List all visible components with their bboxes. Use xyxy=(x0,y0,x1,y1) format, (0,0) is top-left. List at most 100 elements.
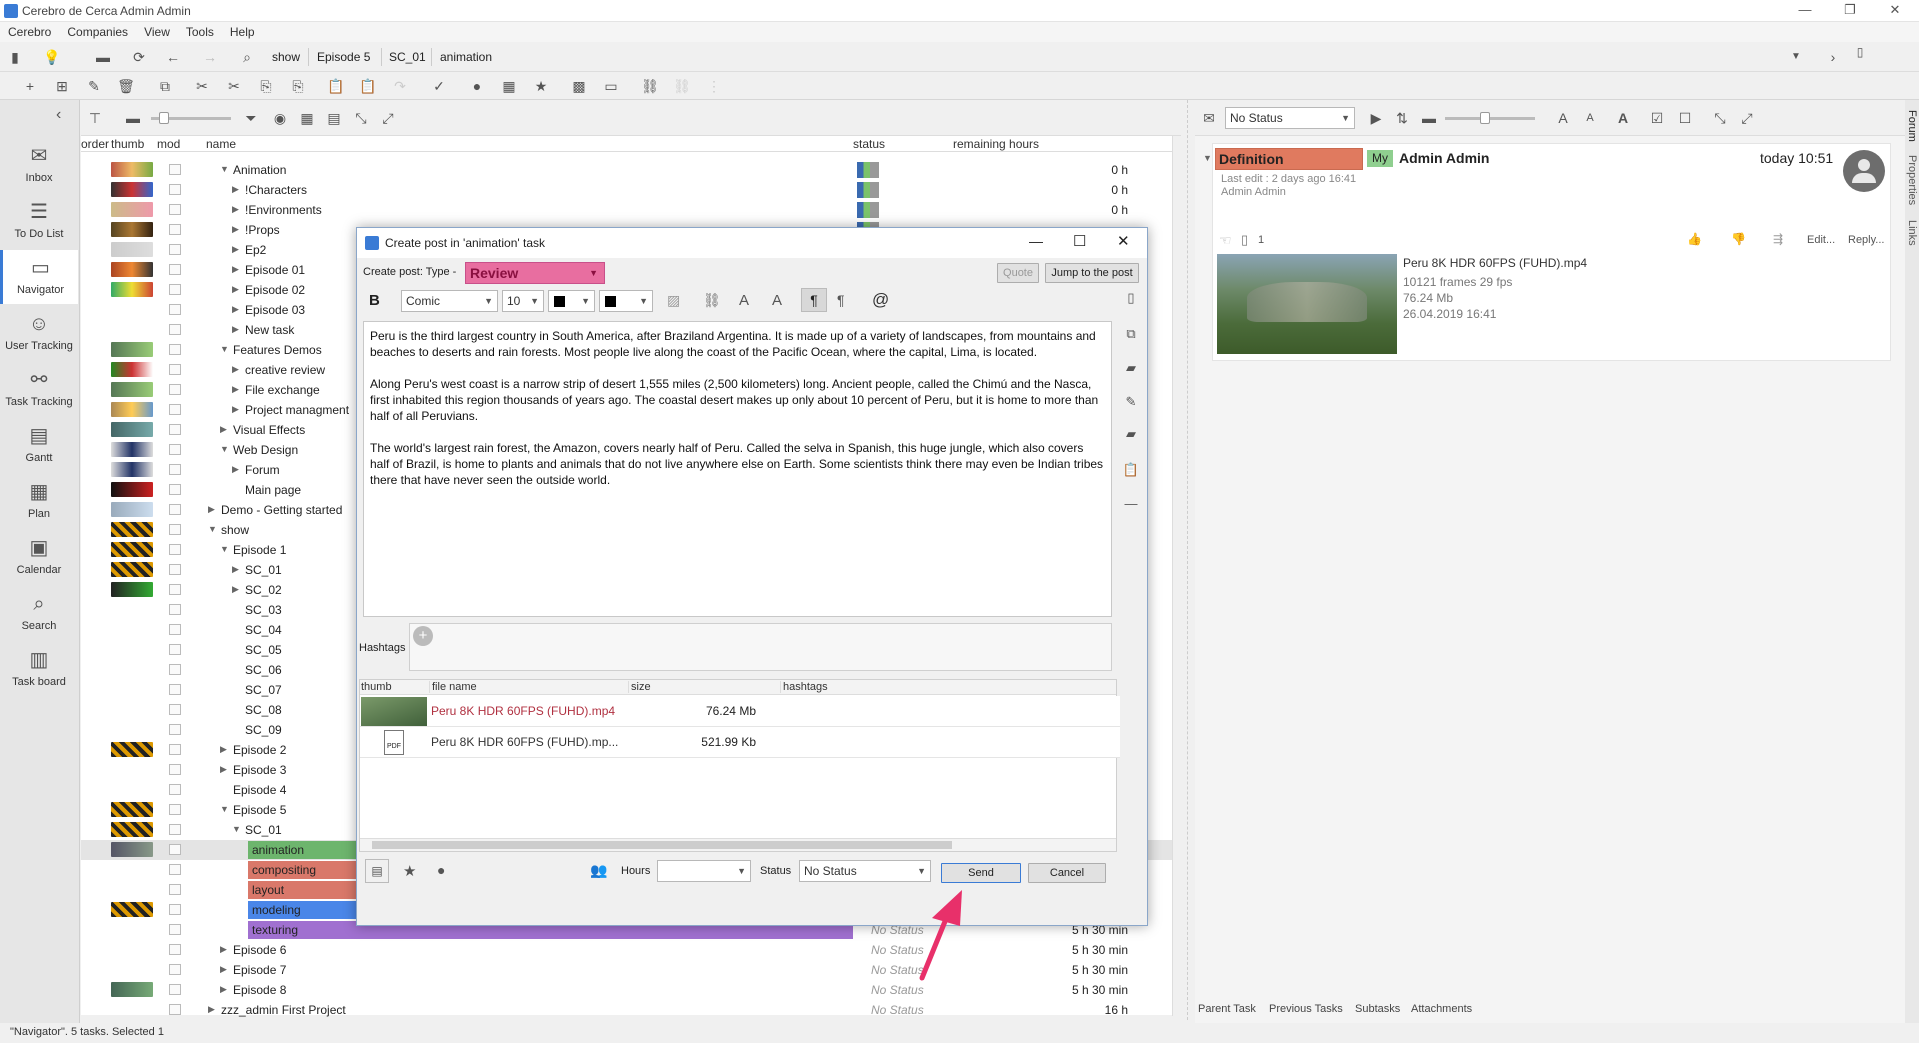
files-col-hashtags[interactable]: hashtags xyxy=(780,681,828,693)
row-name[interactable]: File exchange xyxy=(245,382,320,398)
row-thumbnail[interactable] xyxy=(111,202,153,217)
hashtags-field[interactable]: + xyxy=(409,623,1112,671)
row-thumbnail[interactable] xyxy=(111,182,153,197)
paste-icon[interactable]: 📋 xyxy=(326,76,346,96)
monitor-icon[interactable]: ▬ xyxy=(93,47,113,67)
nav-item-calendar[interactable]: ▣ Calendar xyxy=(0,530,78,584)
copy-structure-icon[interactable]: ⧉ xyxy=(155,76,175,96)
expand-arrow-icon[interactable]: ▶ xyxy=(220,744,227,755)
collapse-posts-icon[interactable]: ⤡ xyxy=(1710,108,1730,128)
chevron-right-icon[interactable]: › xyxy=(1823,47,1843,67)
stack-icon[interactable]: ▩ xyxy=(569,76,589,96)
collapse-arrow-icon[interactable]: ▼ xyxy=(232,824,241,834)
ltr-icon[interactable]: ¶ xyxy=(801,288,827,312)
row-thumbnail[interactable] xyxy=(111,982,153,997)
collapse-arrow-icon[interactable]: ▼ xyxy=(220,444,229,454)
row-name[interactable]: Main page xyxy=(245,482,301,498)
row-thumbnail[interactable] xyxy=(111,802,153,817)
table-icon[interactable]: ▦ xyxy=(297,108,317,128)
status-select[interactable]: No Status ▼ xyxy=(799,860,931,882)
row-name[interactable]: Web Design xyxy=(233,442,298,458)
row-mod-checkbox[interactable] xyxy=(169,784,181,795)
row-name[interactable]: Episode 02 xyxy=(245,282,305,298)
row-name[interactable]: Episode 2 xyxy=(233,742,286,758)
tree-row[interactable]: ▶ Episode 7 No Status 5 h 30 min xyxy=(81,960,1181,980)
row-name[interactable]: New task xyxy=(245,322,294,338)
col-remaining-hours[interactable]: remaining hours xyxy=(953,136,1039,152)
row-name[interactable]: SC_06 xyxy=(245,662,282,678)
filter-icon[interactable]: ⏷ xyxy=(241,108,261,128)
copy-icon[interactable]: ⎘ xyxy=(256,76,276,96)
row-thumbnail[interactable] xyxy=(111,162,153,177)
image-icon[interactable]: ▨ xyxy=(667,292,680,309)
expand-arrow-icon[interactable]: ▶ xyxy=(220,964,227,975)
row-mod-checkbox[interactable] xyxy=(169,564,181,575)
row-thumbnail[interactable] xyxy=(111,242,153,257)
row-mod-checkbox[interactable] xyxy=(169,544,181,555)
nav-item-todo[interactable]: ☰ To Do List xyxy=(0,194,78,248)
row-mod-checkbox[interactable] xyxy=(169,244,181,255)
row-name[interactable]: Forum xyxy=(245,462,280,478)
jump-to-post-button[interactable]: Jump to the post xyxy=(1045,263,1139,283)
expand-arrow-icon[interactable]: ▶ xyxy=(232,204,239,215)
col-status[interactable]: status xyxy=(853,136,885,152)
post-type-select[interactable]: Review ▼ xyxy=(465,262,605,284)
tree-row[interactable]: ▶ !Characters 0 h xyxy=(81,180,1181,200)
nav-item-task-board[interactable]: ▥ Task board xyxy=(0,642,78,696)
edit-icon[interactable]: ✎ xyxy=(84,76,104,96)
check-icon[interactable]: ✓ xyxy=(429,76,449,96)
dislike-icon[interactable]: 👎 xyxy=(1731,232,1746,246)
nav-item-plan[interactable]: ▦ Plan xyxy=(0,474,78,528)
bulb-icon[interactable]: ● xyxy=(437,862,445,878)
expand-arrow-icon[interactable]: ▶ xyxy=(232,264,239,275)
collapse-arrow-icon[interactable]: ▼ xyxy=(208,524,217,534)
avatar[interactable] xyxy=(1843,150,1885,192)
unlink-icon[interactable]: ⛓ xyxy=(672,76,692,96)
tree-row[interactable]: ▶ zzz_admin First Project No Status 16 h xyxy=(81,1000,1181,1020)
bulb-icon[interactable]: 💡 xyxy=(42,47,62,67)
row-thumbnail[interactable] xyxy=(111,222,153,237)
forward-icon[interactable]: → xyxy=(200,47,220,67)
row-mod-checkbox[interactable] xyxy=(169,184,181,195)
nav-item-gantt[interactable]: ▤ Gantt xyxy=(0,418,78,472)
add-hashtag-icon[interactable]: + xyxy=(413,626,433,646)
breadcrumb-dropdown-icon[interactable]: ▼ xyxy=(1786,47,1806,67)
nav-item-navigator[interactable]: ▭ Navigator xyxy=(0,250,78,304)
row-name[interactable]: creative review xyxy=(245,362,325,378)
expand-arrow-icon[interactable]: ▶ xyxy=(220,424,227,435)
row-mod-checkbox[interactable] xyxy=(169,384,181,395)
row-name[interactable]: Episode 03 xyxy=(245,302,305,318)
expand-arrow-icon[interactable]: ▶ xyxy=(232,184,239,195)
row-thumbnail[interactable] xyxy=(111,462,153,477)
link-icon[interactable]: ⛓ xyxy=(640,76,660,96)
menu-view[interactable]: View xyxy=(136,22,178,42)
expand-arrow-icon[interactable]: ▶ xyxy=(220,764,227,775)
row-name[interactable]: Features Demos xyxy=(233,342,322,358)
more-icon[interactable]: ⋮ xyxy=(704,76,724,96)
font-size-select[interactable]: 10 ▼ xyxy=(502,290,544,312)
row-mod-checkbox[interactable] xyxy=(169,824,181,835)
row-mod-checkbox[interactable] xyxy=(169,204,181,215)
row-mod-checkbox[interactable] xyxy=(169,584,181,595)
tree-row[interactable]: ▶ Episode 6 No Status 5 h 30 min xyxy=(81,940,1181,960)
delete-icon[interactable]: 🗑 xyxy=(116,76,136,96)
back-icon[interactable]: ← xyxy=(163,47,183,67)
file-row[interactable]: PDF Peru 8K HDR 60FPS (FUHD).mp... 521.9… xyxy=(360,727,1120,758)
restore-icon[interactable]: ❐ xyxy=(1835,2,1865,20)
row-thumbnail[interactable] xyxy=(111,282,153,297)
row-mod-checkbox[interactable] xyxy=(169,604,181,615)
expand-arrow-icon[interactable]: ▶ xyxy=(232,304,239,315)
expand-arrow-icon[interactable]: ▶ xyxy=(208,1004,215,1015)
row-mod-checkbox[interactable] xyxy=(169,684,181,695)
row-name[interactable]: SC_02 xyxy=(245,582,282,598)
row-mod-checkbox[interactable] xyxy=(169,624,181,635)
row-name[interactable]: Episode 5 xyxy=(233,802,286,818)
template-icon[interactable]: ▤ xyxy=(365,859,389,883)
search-icon[interactable]: ⌕ xyxy=(237,47,257,67)
row-name[interactable]: Episode 01 xyxy=(245,262,305,278)
row-thumbnail[interactable] xyxy=(111,442,153,457)
row-name[interactable]: Episode 8 xyxy=(233,982,286,998)
row-mod-checkbox[interactable] xyxy=(169,344,181,355)
row-mod-checkbox[interactable] xyxy=(169,304,181,315)
side-tab-properties[interactable]: Properties xyxy=(1906,155,1918,205)
